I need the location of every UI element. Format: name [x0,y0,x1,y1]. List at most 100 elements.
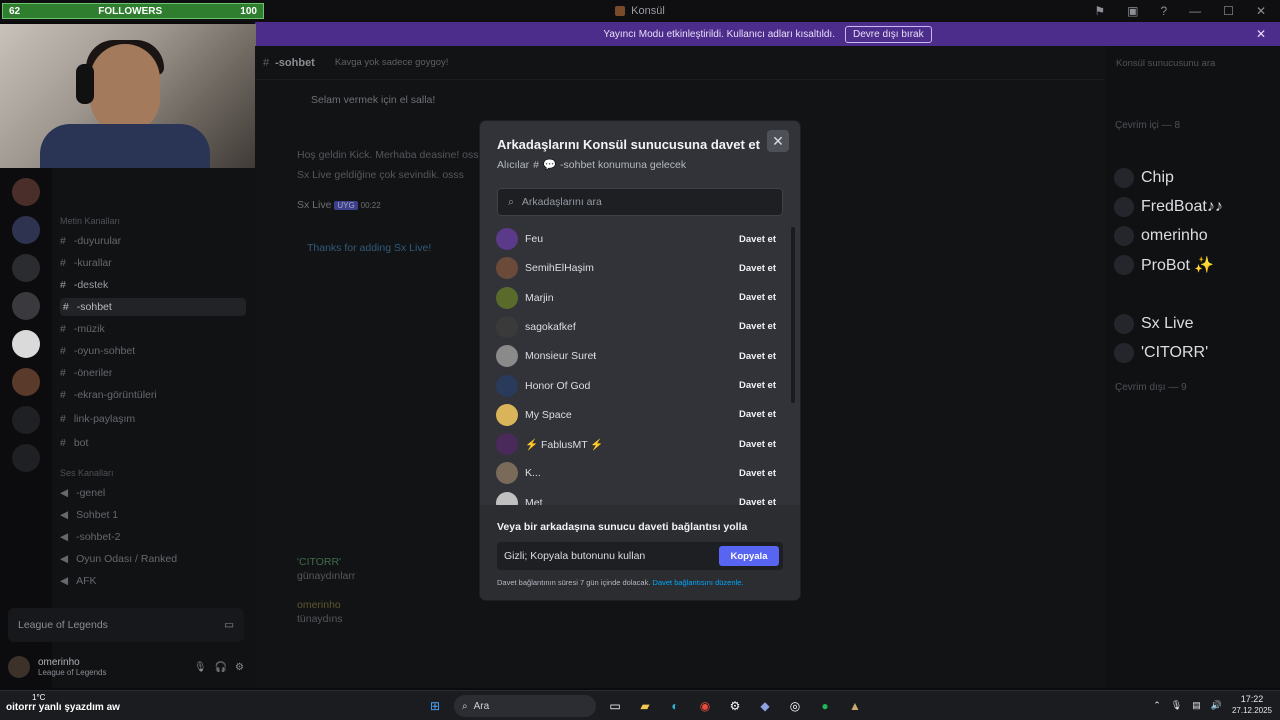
discord-icon[interactable]: ◆ [754,695,776,717]
channel-topic: Kavga yok sadece goygoy! [334,57,449,68]
invite-button[interactable]: Davet et [731,257,784,279]
invite-button[interactable]: Davet et [731,433,784,455]
member-item[interactable]: 'CITORR' [1114,343,1208,363]
invite-link-field[interactable]: Gizli; Kopyala butonunu kullan Kopyala [497,542,783,570]
clock[interactable]: 17:22 27.12.2025 [1232,693,1272,717]
close-modal-button[interactable]: ✕ [767,130,789,152]
friend-row[interactable]: Honor Of God Davet et [496,372,784,400]
friend-row[interactable]: SemihElHaşim Davet et [496,254,784,282]
channel-item[interactable]: # -müzik [60,320,105,338]
channel-item[interactable]: # -öneriler [60,364,112,382]
channel-item-selected[interactable]: # -sohbet [60,298,246,316]
channel-item[interactable]: # -duyurular [60,232,121,250]
inbox-icon[interactable]: ⚑ [1094,4,1105,18]
server-icon[interactable] [12,178,40,206]
avatar [496,491,518,505]
friend-row[interactable]: sagokafkef Davet et [496,313,784,341]
friend-row[interactable]: My Space Davet et [496,401,784,429]
invite-button[interactable]: Davet et [731,316,784,338]
chevron-up-icon[interactable]: ⌃ [1153,700,1161,711]
bot-author[interactable]: Sx Live UYG 00:22 [297,199,381,211]
channel-item[interactable]: # -kurallar [60,254,112,272]
embed-title[interactable]: Thanks for adding Sx Live! [307,242,431,254]
voice-channel-item[interactable]: ◀ -sohbet-2 [60,528,120,546]
taskbar-search[interactable]: ⌕ Ara [454,695,596,717]
server-icon[interactable] [12,254,40,282]
channel-item[interactable]: # link-paylaşım [60,410,135,428]
server-icon[interactable] [12,216,40,244]
member-item[interactable]: Sx Live [1114,314,1193,334]
member-item[interactable]: FredBoat♪♪ [1114,197,1223,217]
channel-item[interactable]: # -ekran-görüntüleri [60,386,157,404]
obs-icon[interactable]: ◎ [784,695,806,717]
message-author[interactable]: omerinho [297,599,341,611]
channel-item[interactable]: # bot [60,434,88,452]
copy-button[interactable]: Kopyala [719,546,779,566]
minimize-button[interactable]: — [1189,4,1201,18]
screen-share-icon[interactable]: ▭ [224,619,234,631]
add-server-icon[interactable] [12,406,40,434]
friend-search-input[interactable]: ⌕ Arkadaşlarını ara [497,188,783,216]
invite-button[interactable]: Davet et [731,287,784,309]
server-icon[interactable] [12,292,40,320]
voice-channel-item[interactable]: ◀ Oyun Odası / Ranked [60,550,177,568]
headphones-icon[interactable]: 🎧 [215,662,227,673]
channel-title: -sohbet [275,56,315,69]
microphone-icon[interactable]: 🎙 [194,662,207,673]
voice-channel-item[interactable]: ◀ Sohbet 1 [60,506,118,524]
channel-item[interactable]: # -oyun-sohbet [60,342,135,360]
category-text[interactable]: Metin Kanalları [60,216,120,226]
voice-channel-item[interactable]: ◀ AFK [60,572,97,590]
activity-bar[interactable]: League of Legends ▭ [8,608,244,642]
windows-start-icon[interactable]: ⊞ [424,695,446,717]
invite-link-section: Veya bir arkadaşına sunucu daveti bağlan… [480,505,800,600]
invite-button[interactable]: Davet et [731,228,784,250]
friend-row[interactable]: Monsieur Sureŧ Davet et [496,342,784,370]
weather-widget[interactable]: 1°C oitorrr yanlı şyazdım aw [6,693,120,713]
invite-button[interactable]: Davet et [731,462,784,484]
invite-button[interactable]: Davet et [731,345,784,367]
friend-row[interactable]: K... Davet et [496,459,784,487]
disable-streamer-mode-button[interactable]: Devre dışı bırak [845,25,932,43]
invite-link-title: Veya bir arkadaşına sunucu daveti bağlan… [497,521,748,533]
server-icon[interactable] [12,368,40,396]
screen-icon[interactable]: ▣ [1127,4,1138,18]
friend-row[interactable]: ⚡ FablusMT ⚡ Davet et [496,430,784,458]
explore-icon[interactable] [12,444,40,472]
microphone-icon[interactable]: 🎙 [1171,700,1182,711]
close-window-button[interactable]: ✕ [1256,4,1266,18]
member-item[interactable]: omerinho [1114,226,1208,246]
edit-invite-link[interactable]: Davet bağlantısını düzenle. [653,578,744,587]
spotify-icon[interactable]: ● [814,695,836,717]
friend-row[interactable]: Met Davet et [496,489,784,505]
message-author[interactable]: 'CITORR' [297,556,341,568]
invite-button[interactable]: Davet et [731,492,784,505]
file-explorer-icon[interactable]: ▰ [634,695,656,717]
close-banner-icon[interactable]: ✕ [1256,27,1266,41]
system-message: Sx Live geldiğine çok sevindik. osss [297,169,464,181]
voice-channel-item[interactable]: ◀ -genel [60,484,105,502]
channel-item[interactable]: # -destek [60,276,108,294]
task-view-icon[interactable]: ▭ [604,695,626,717]
avatar[interactable] [8,656,30,678]
maximize-button[interactable]: ☐ [1223,4,1234,18]
league-icon[interactable]: ▲ [844,695,866,717]
category-voice[interactable]: Ses Kanalları [60,468,114,478]
server-icon[interactable] [12,330,40,358]
settings-icon[interactable]: ⚙ [235,662,244,673]
invite-button[interactable]: Davet et [731,375,784,396]
member-item[interactable]: Chip [1114,168,1174,188]
chrome-icon[interactable]: ◉ [694,695,716,717]
edge-icon[interactable]: ◐ [664,695,686,717]
server-search[interactable]: Konsül sunucusunu ara [1110,52,1275,74]
friend-row[interactable]: Feu Davet et [496,225,784,253]
help-icon[interactable]: ? [1160,4,1167,18]
network-icon[interactable]: ▤ [1192,700,1201,711]
friend-row[interactable]: Marjin Davet et [496,284,784,312]
webcam-overlay [0,24,256,168]
steam-icon[interactable]: ⚙ [724,695,746,717]
invite-button[interactable]: Davet et [731,404,784,426]
member-item[interactable]: ProBot ✨ [1114,255,1214,275]
volume-icon[interactable]: 🔊 [1211,700,1222,711]
scrollbar[interactable] [791,227,795,403]
